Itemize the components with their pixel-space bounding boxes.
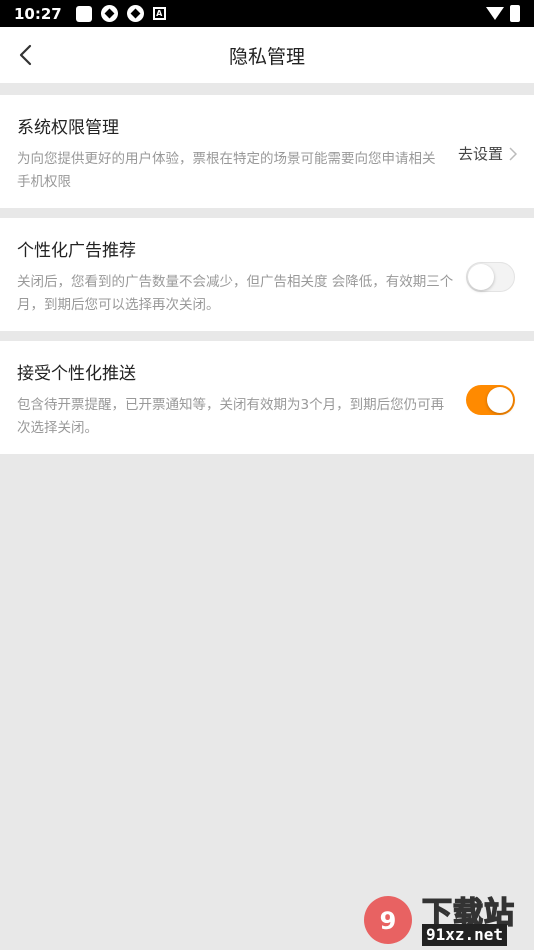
chevron-left-icon	[19, 44, 32, 66]
svg-text:9: 9	[380, 907, 397, 935]
toggle-knob	[487, 386, 513, 413]
go-settings-label: 去设置	[457, 145, 503, 163]
toggle-knob	[468, 263, 494, 290]
section-description: 关闭后，您看到的广告数量不会减少，但广告相关度 会降低，有效期三个月，到期后您可…	[17, 274, 454, 313]
chevron-right-icon	[509, 146, 517, 161]
personalized-ads-card: 个性化广告推荐 关闭后，您看到的广告数量不会减少，但广告相关度 会降低，有效期三…	[0, 218, 534, 331]
navigation-bar: 隐私管理	[0, 27, 534, 83]
system-icons	[486, 5, 520, 22]
section-title: 接受个性化推送	[17, 364, 136, 384]
page-title: 隐私管理	[228, 45, 305, 68]
go-settings-button[interactable]: 去设置	[458, 143, 517, 164]
battery-icon	[510, 5, 520, 22]
pinwheel-icon	[100, 5, 118, 22]
pinwheel-icon	[126, 5, 144, 22]
a-box-icon: A	[152, 7, 166, 20]
app-notification-icon	[75, 5, 92, 22]
system-permission-card[interactable]: 系统权限管理 为向您提供更好的用户体验，票根在特定的场景可能需要向您申请相关手机…	[0, 95, 534, 208]
status-bar: 10:27 A	[0, 0, 534, 27]
notification-icons: A	[75, 5, 166, 22]
personalized-ads-toggle[interactable]	[466, 261, 515, 292]
section-description: 包含待开票提醒，已开票通知等，关闭有效期为3个月，到期后您仍可再次选择关闭。	[17, 397, 445, 436]
personalized-push-card: 接受个性化推送 包含待开票提醒，已开票通知等，关闭有效期为3个月，到期后您仍可再…	[0, 341, 534, 454]
watermark-logo-icon: 9	[364, 896, 412, 944]
watermark-site: 91xz.net	[422, 924, 508, 946]
section-title: 系统权限管理	[17, 118, 119, 138]
back-button[interactable]	[10, 39, 42, 71]
watermark: 9 下载站 91xz.net	[360, 888, 530, 948]
wifi-icon	[486, 7, 504, 20]
status-time: 10:27	[14, 4, 62, 23]
personalized-push-toggle[interactable]	[466, 384, 515, 415]
section-title: 个性化广告推荐	[17, 241, 136, 261]
section-description: 为向您提供更好的用户体验，票根在特定的场景可能需要向您申请相关手机权限	[17, 151, 436, 190]
